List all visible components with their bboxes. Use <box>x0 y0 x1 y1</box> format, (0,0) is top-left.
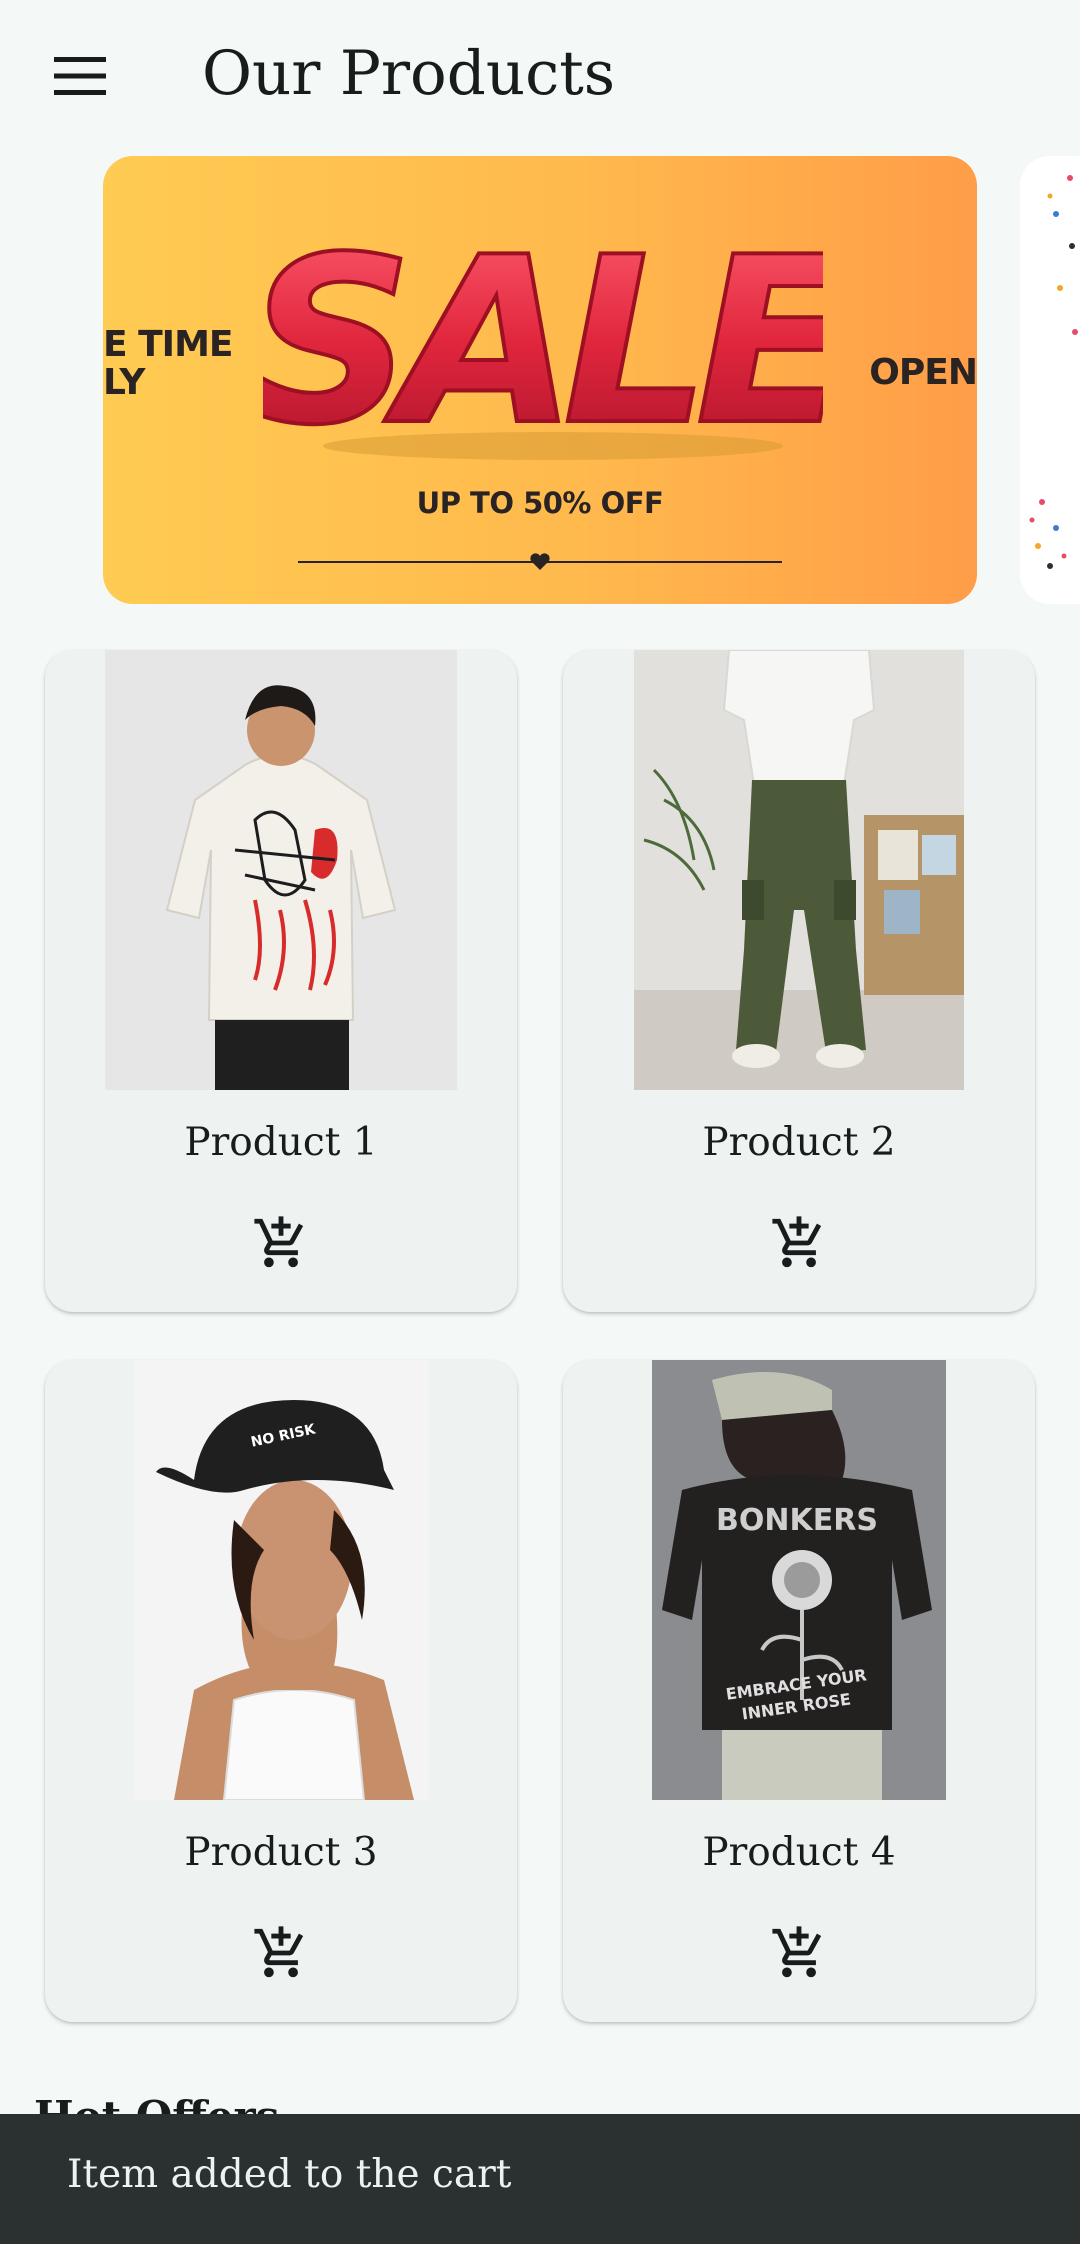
product-3-photo: NO RISK <box>134 1360 428 1800</box>
add-to-cart-button[interactable] <box>749 1198 849 1288</box>
product-name: Product 3 <box>184 1830 378 1875</box>
product-image[interactable]: BONKERS EMBRACE YOUR INNER ROSE <box>652 1360 946 1800</box>
sale-headline: SALE <box>263 209 823 466</box>
sale-headline-art: SALE <box>263 207 823 466</box>
product-card[interactable]: Product 2 <box>563 650 1035 1312</box>
banner-left-text: E TIME LY <box>103 326 233 402</box>
product-4-photo: BONKERS EMBRACE YOUR INNER ROSE <box>652 1360 946 1800</box>
add-shopping-cart-icon <box>772 1216 822 1268</box>
add-to-cart-button[interactable] <box>231 1198 331 1288</box>
heart-divider <box>298 553 782 570</box>
add-to-cart-button[interactable] <box>231 1908 331 1998</box>
product-name: Product 4 <box>702 1830 896 1875</box>
product-image[interactable] <box>105 650 457 1090</box>
app-bar: Our Products <box>0 0 1080 150</box>
banner-right-text: OPEN <box>869 352 977 393</box>
promo-carousel[interactable]: E TIME LY SALE OPEN UP TO 50% OFF <box>0 156 1080 606</box>
menu-icon <box>54 57 106 95</box>
snackbar-message: Item added to the cart <box>67 2152 512 2197</box>
add-shopping-cart-icon <box>254 1216 304 1268</box>
banner-offer-text: UP TO 50% OFF <box>416 486 664 520</box>
add-shopping-cart-icon <box>772 1926 822 1978</box>
add-shopping-cart-icon <box>254 1926 304 1978</box>
confetti-decoration <box>1029 175 1078 569</box>
banner-left-line-1: E TIME <box>103 324 233 365</box>
product-image[interactable]: NO RISK <box>134 1360 428 1800</box>
product-2-photo <box>634 650 964 1090</box>
product-name: Product 2 <box>702 1120 896 1165</box>
product-name: Product 1 <box>184 1120 378 1165</box>
product-1-photo <box>105 650 457 1090</box>
add-to-cart-button[interactable] <box>749 1908 849 1998</box>
product-card[interactable]: NO RISK Product 3 <box>45 1360 517 2022</box>
banner-left-line-2: LY <box>103 362 145 403</box>
product-card[interactable]: BONKERS EMBRACE YOUR INNER ROSE Product … <box>563 1360 1035 2022</box>
svg-text:BONKERS: BONKERS <box>716 1503 878 1538</box>
next-banner-peek[interactable] <box>1020 156 1080 604</box>
product-image[interactable] <box>634 650 964 1090</box>
sale-banner[interactable]: E TIME LY SALE OPEN UP TO 50% OFF <box>103 156 977 604</box>
menu-button[interactable] <box>28 28 132 124</box>
product-card[interactable]: Product 1 <box>45 650 517 1312</box>
page-title: Our Products <box>202 38 616 109</box>
snackbar: Item added to the cart <box>0 2114 1080 2244</box>
